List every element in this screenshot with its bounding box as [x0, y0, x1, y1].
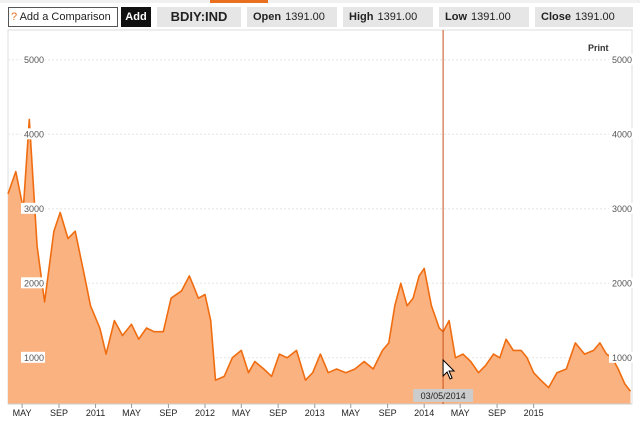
help-icon[interactable]: ? — [11, 11, 17, 23]
close-stat: Close 1391.00 — [535, 7, 633, 27]
x-tick-label: 2014 — [414, 408, 434, 418]
high-label: High — [349, 11, 374, 23]
x-tick-label: MAY — [232, 408, 251, 418]
y-tick-label-right: 3000 — [612, 204, 632, 214]
y-tick-bg-right — [609, 277, 633, 289]
y-axis-labels: 1000 1000 2000 2000 3000 3000 4000 4000 5000 5000 — [21, 53, 633, 363]
x-tick-label: SEP — [159, 408, 177, 418]
y-tick-bg-right — [609, 53, 633, 65]
y-tick-label-left: 1000 — [24, 353, 44, 363]
y-tick-label-right: 2000 — [612, 278, 632, 288]
low-value: 1391.00 — [471, 11, 511, 23]
print-button[interactable]: Print — [588, 43, 609, 53]
gridlines — [8, 59, 632, 359]
series-line — [7, 118, 632, 392]
x-tick-label: SEP — [488, 408, 506, 418]
chart-frame — [7, 29, 633, 405]
x-tick-label: 2011 — [86, 408, 105, 418]
close-label: Close — [541, 11, 571, 23]
add-comparison-input[interactable]: ? Add a Comparison — [8, 7, 118, 27]
x-tick-label: MAY — [451, 408, 470, 418]
y-tick-bg-right — [609, 351, 633, 363]
y-tick-label-right: 4000 — [612, 129, 632, 139]
x-tick-label: 2015 — [524, 408, 544, 418]
y-tick-label-right: 1000 — [612, 353, 632, 363]
close-value: 1391.00 — [574, 11, 615, 23]
y-tick-bg-left — [21, 53, 45, 65]
series-area — [8, 119, 631, 405]
high-stat: High 1391.00 — [343, 7, 433, 27]
y-tick-label-left: 4000 — [24, 129, 44, 139]
x-tick-label: MAY — [341, 408, 360, 418]
low-stat: Low 1391.00 — [439, 7, 529, 27]
comparison-label: Add a Comparison — [19, 11, 111, 23]
cursor-date-box — [413, 389, 474, 402]
y-tick-bg-left — [21, 277, 45, 289]
price-chart[interactable]: MAY SEP 2011 MAY SEP 2012 MAY SEP 2013 MAY SEP 2014… — [0, 0, 640, 427]
x-tick-label: MAY — [13, 408, 32, 418]
high-value: 1391.00 — [377, 11, 418, 23]
crosshair-cursor: 03/05/2014 — [413, 30, 474, 404]
ticker-symbol: BDIY:IND — [157, 7, 241, 27]
y-tick-bg-left — [21, 351, 45, 363]
mouse-pointer-icon — [442, 358, 456, 380]
x-tick-label: 2013 — [305, 408, 325, 418]
chart-toolbar: ? Add a Comparison Add BDIY:IND Open 1391… — [0, 3, 640, 29]
open-stat: Open 1391.00 — [247, 7, 337, 27]
open-value: 1391.00 — [285, 11, 325, 23]
x-tick-label: SEP — [269, 408, 287, 418]
y-tick-bg-right — [609, 128, 633, 140]
cursor-date-label: 03/05/2014 — [421, 391, 466, 401]
y-tick-bg-right — [609, 202, 633, 214]
y-tick-label-right: 5000 — [612, 55, 632, 65]
x-axis: MAY SEP 2011 MAY SEP 2012 MAY SEP 2013 MAY SEP 2014… — [8, 403, 632, 418]
y-tick-bg-left — [21, 202, 45, 214]
x-tick-label: 2012 — [195, 408, 215, 418]
y-tick-label-left: 5000 — [24, 55, 44, 65]
y-tick-bg-left — [21, 128, 45, 140]
low-label: Low — [445, 11, 467, 23]
x-tick-label: SEP — [379, 408, 397, 418]
y-tick-label-left: 2000 — [24, 278, 44, 288]
x-tick-label: SEP — [50, 408, 68, 418]
open-label: Open — [253, 11, 282, 23]
y-tick-label-left: 3000 — [24, 204, 44, 214]
x-tick-label: MAY — [122, 408, 141, 418]
add-button[interactable]: Add — [121, 7, 151, 27]
